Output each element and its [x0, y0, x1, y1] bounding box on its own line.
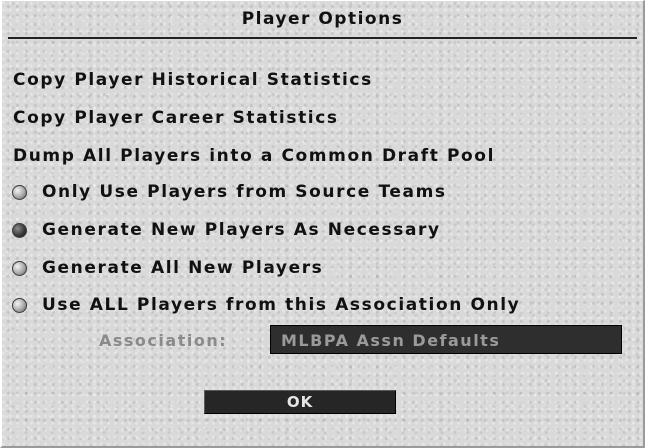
copy-historical-stats-option[interactable]: Copy Player Historical Statistics: [13, 70, 373, 90]
copy-career-stats-option[interactable]: Copy Player Career Statistics: [13, 108, 339, 128]
radio-button-icon[interactable]: [12, 297, 27, 313]
association-select[interactable]: MLBPA Assn Defaults: [270, 325, 622, 354]
radio-button-selected-icon[interactable]: [12, 222, 27, 238]
radio-button-icon[interactable]: [12, 260, 27, 276]
radio-association-only[interactable]: Use ALL Players from this Association On…: [12, 294, 520, 316]
ok-button[interactable]: OK: [204, 390, 396, 414]
radio-label: Use ALL Players from this Association On…: [42, 295, 521, 315]
association-label: Association:: [99, 331, 228, 350]
radio-source-teams[interactable]: Only Use Players from Source Teams: [12, 181, 447, 203]
radio-generate-all-new[interactable]: Generate All New Players: [12, 257, 323, 279]
title-divider: [8, 37, 637, 39]
player-options-dialog: Player Options Copy Player Historical St…: [0, 0, 645, 448]
dialog-title: Player Options: [241, 9, 404, 29]
radio-label: Generate New Players As Necessary: [42, 220, 441, 240]
radio-label: Generate All New Players: [42, 258, 324, 278]
radio-button-icon[interactable]: [12, 184, 27, 200]
common-draft-pool-option[interactable]: Dump All Players into a Common Draft Poo…: [13, 146, 495, 166]
radio-generate-as-necessary[interactable]: Generate New Players As Necessary: [12, 219, 441, 241]
radio-label: Only Use Players from Source Teams: [42, 182, 447, 202]
